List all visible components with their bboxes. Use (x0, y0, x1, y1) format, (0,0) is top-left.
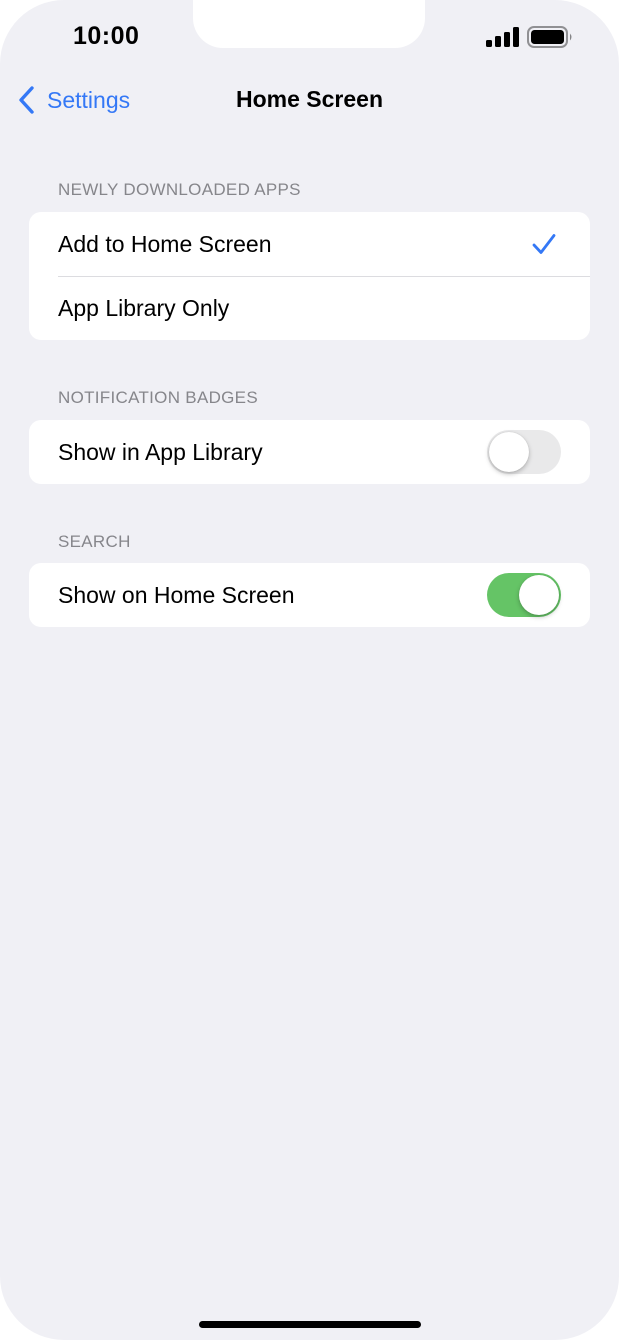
section-header-downloaded: NEWLY DOWNLOADED APPS (58, 180, 301, 199)
section-header-badges: NOTIFICATION BADGES (58, 388, 258, 407)
battery-icon (527, 26, 572, 48)
home-indicator[interactable] (199, 1321, 421, 1328)
toggle-knob (489, 432, 529, 472)
status-time: 10:00 (73, 22, 140, 50)
row-label: Show in App Library (58, 438, 263, 465)
notification-badges-group: Show in App Library (29, 420, 590, 484)
checkmark-icon (532, 234, 556, 254)
show-in-app-library-toggle[interactable] (487, 430, 561, 474)
row-label: Show on Home Screen (58, 581, 295, 608)
row-show-in-app-library: Show in App Library (29, 420, 590, 484)
phone-screen: 10:00 Settings Home Screen NEWLY DOWNLOA… (0, 0, 619, 1340)
toggle-knob (519, 575, 559, 615)
search-group: Show on Home Screen (29, 563, 590, 627)
page-title: Home Screen (235, 86, 383, 112)
downloaded-apps-group: Add to Home Screen App Library Only (29, 212, 590, 340)
row-show-on-home-screen: Show on Home Screen (29, 563, 590, 627)
option-add-to-home-screen[interactable]: Add to Home Screen (29, 212, 590, 276)
option-label: App Library Only (58, 294, 230, 321)
option-label: Add to Home Screen (58, 230, 272, 257)
section-header-search: SEARCH (58, 532, 131, 551)
option-app-library-only[interactable]: App Library Only (29, 276, 590, 340)
cellular-signal-icon (486, 27, 519, 47)
show-on-home-screen-toggle[interactable] (487, 573, 561, 617)
camera-notch (193, 0, 425, 48)
